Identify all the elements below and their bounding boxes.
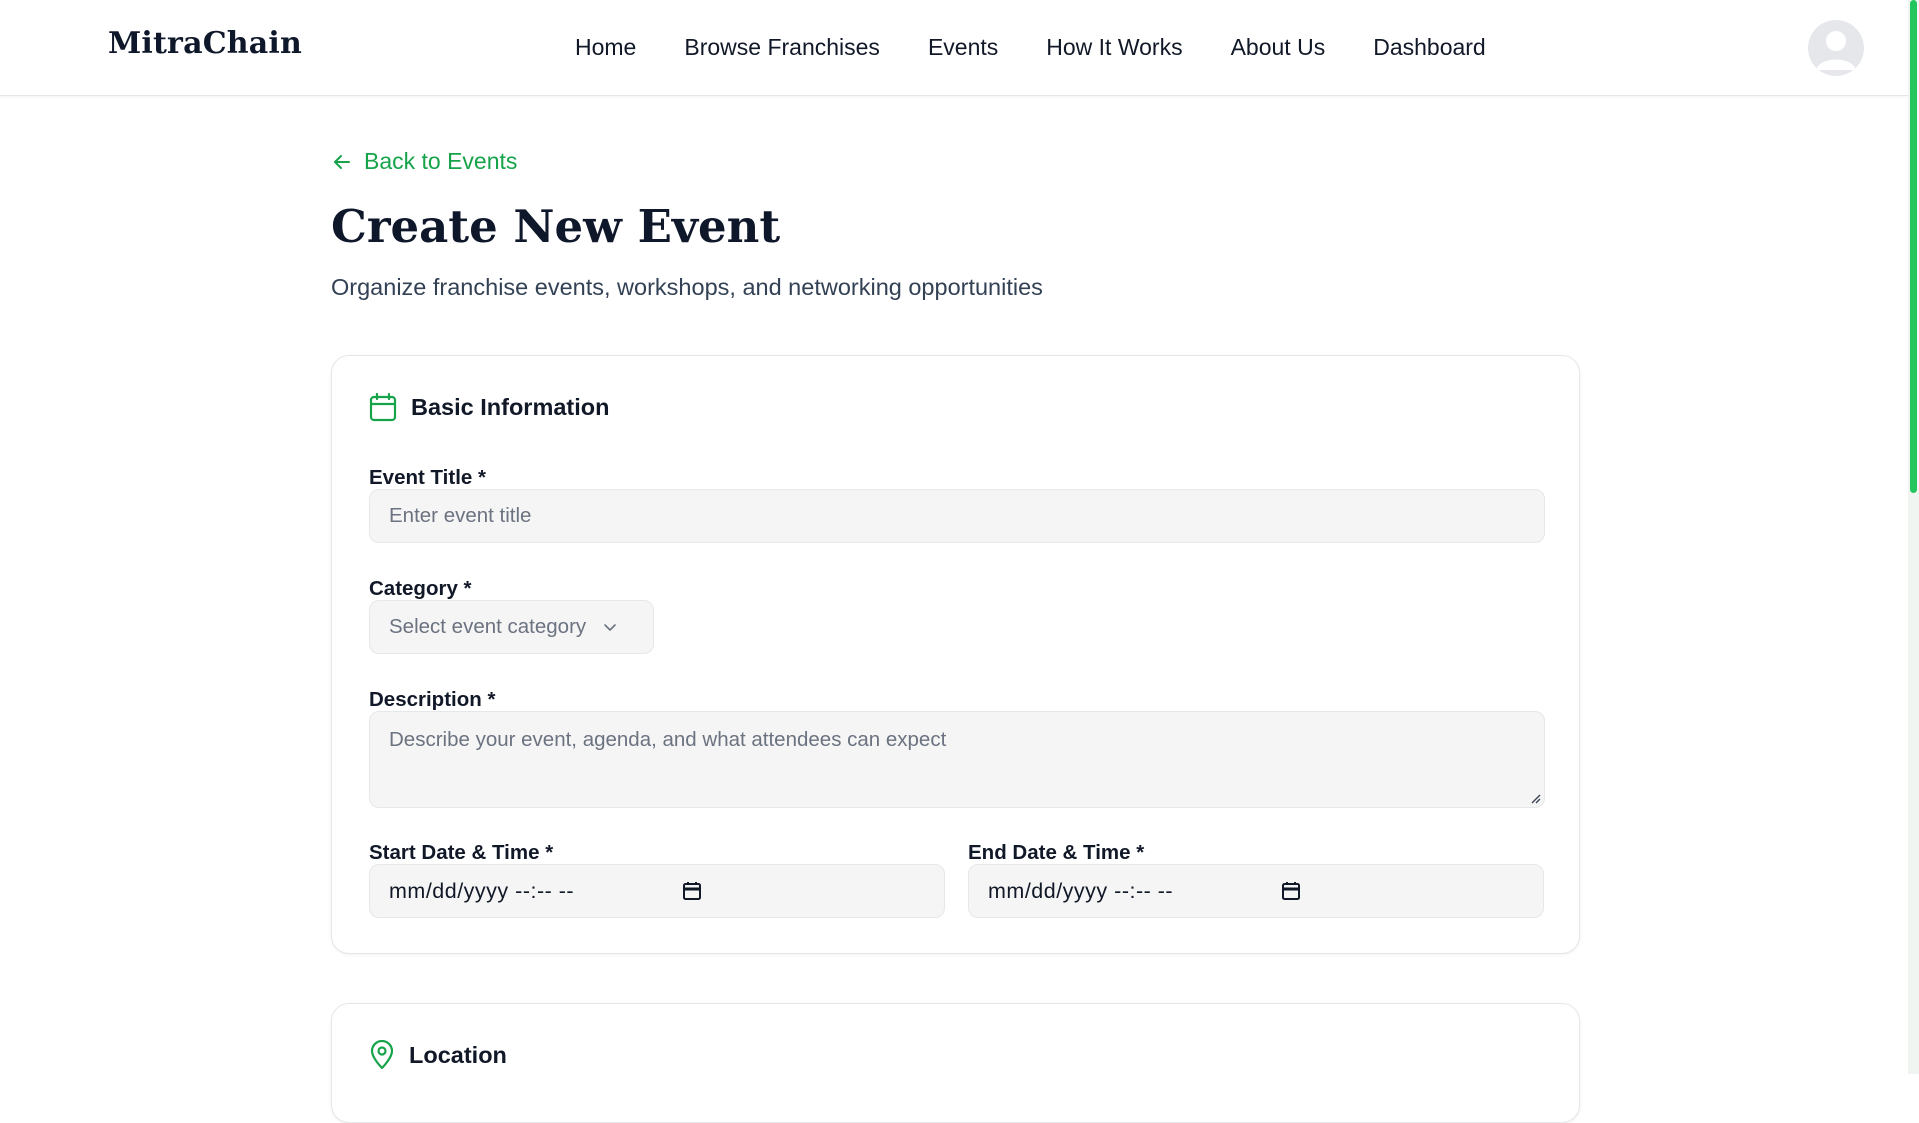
event-title-input[interactable]: Enter event title: [369, 489, 1545, 543]
back-to-events-link[interactable]: Back to Events: [332, 148, 517, 175]
page-title: Create New Event: [331, 200, 781, 253]
nav-dashboard[interactable]: Dashboard: [1373, 34, 1486, 61]
back-link-label: Back to Events: [364, 148, 518, 174]
page-subtitle: Organize franchise events, workshops, an…: [331, 274, 1043, 300]
basic-information-title: Basic Information: [411, 393, 610, 420]
scrollbar-thumb[interactable]: [1910, 0, 1917, 493]
user-avatar[interactable]: [1808, 20, 1864, 76]
description-label: Description *: [369, 688, 496, 711]
location-title: Location: [409, 1041, 507, 1068]
start-date-label: Start Date & Time *: [369, 841, 554, 864]
chevron-down-icon: [604, 624, 616, 631]
location-card: Location: [331, 1003, 1580, 1123]
start-datetime-value: mm/dd/yyyy --:-- --: [389, 878, 575, 903]
calendar-icon: [369, 392, 397, 422]
basic-information-header: Basic Information: [369, 392, 609, 422]
resize-handle-icon[interactable]: [1529, 792, 1541, 804]
end-datetime-input[interactable]: mm/dd/yyyy --:-- --: [968, 864, 1544, 918]
nav-events[interactable]: Events: [928, 34, 998, 61]
basic-information-card: Basic Information Event Title * Enter ev…: [331, 355, 1580, 954]
location-header: Location: [369, 1040, 507, 1070]
main-nav: Home Browse Franchises Events How It Wor…: [575, 34, 1486, 61]
arrow-left-icon: [334, 154, 350, 169]
nav-about-us[interactable]: About Us: [1231, 34, 1326, 61]
end-datetime-value: mm/dd/yyyy --:-- --: [988, 878, 1174, 903]
description-placeholder: Describe your event, agenda, and what at…: [389, 728, 947, 751]
map-pin-icon: [370, 1040, 394, 1070]
category-select-value: Select event category: [389, 615, 587, 638]
page-scrollbar[interactable]: [1908, 0, 1919, 1074]
start-datetime-input[interactable]: mm/dd/yyyy --:-- --: [369, 864, 945, 918]
calendar-picker-icon[interactable]: [1281, 881, 1301, 901]
event-title-label: Event Title *: [369, 466, 486, 489]
nav-browse-franchises[interactable]: Browse Franchises: [684, 34, 880, 61]
site-logo[interactable]: MitraChain: [108, 26, 302, 61]
user-icon: [1816, 31, 1856, 70]
event-title-placeholder: Enter event title: [389, 504, 532, 527]
category-select[interactable]: Select event category: [369, 600, 654, 654]
description-textarea[interactable]: Describe your event, agenda, and what at…: [369, 711, 1545, 808]
category-label: Category *: [369, 577, 472, 600]
nav-home[interactable]: Home: [575, 34, 636, 61]
end-date-label: End Date & Time *: [968, 841, 1145, 864]
nav-how-it-works[interactable]: How It Works: [1046, 34, 1182, 61]
top-navbar: MitraChain Home Browse Franchises Events…: [0, 0, 1908, 96]
calendar-picker-icon[interactable]: [682, 881, 702, 901]
